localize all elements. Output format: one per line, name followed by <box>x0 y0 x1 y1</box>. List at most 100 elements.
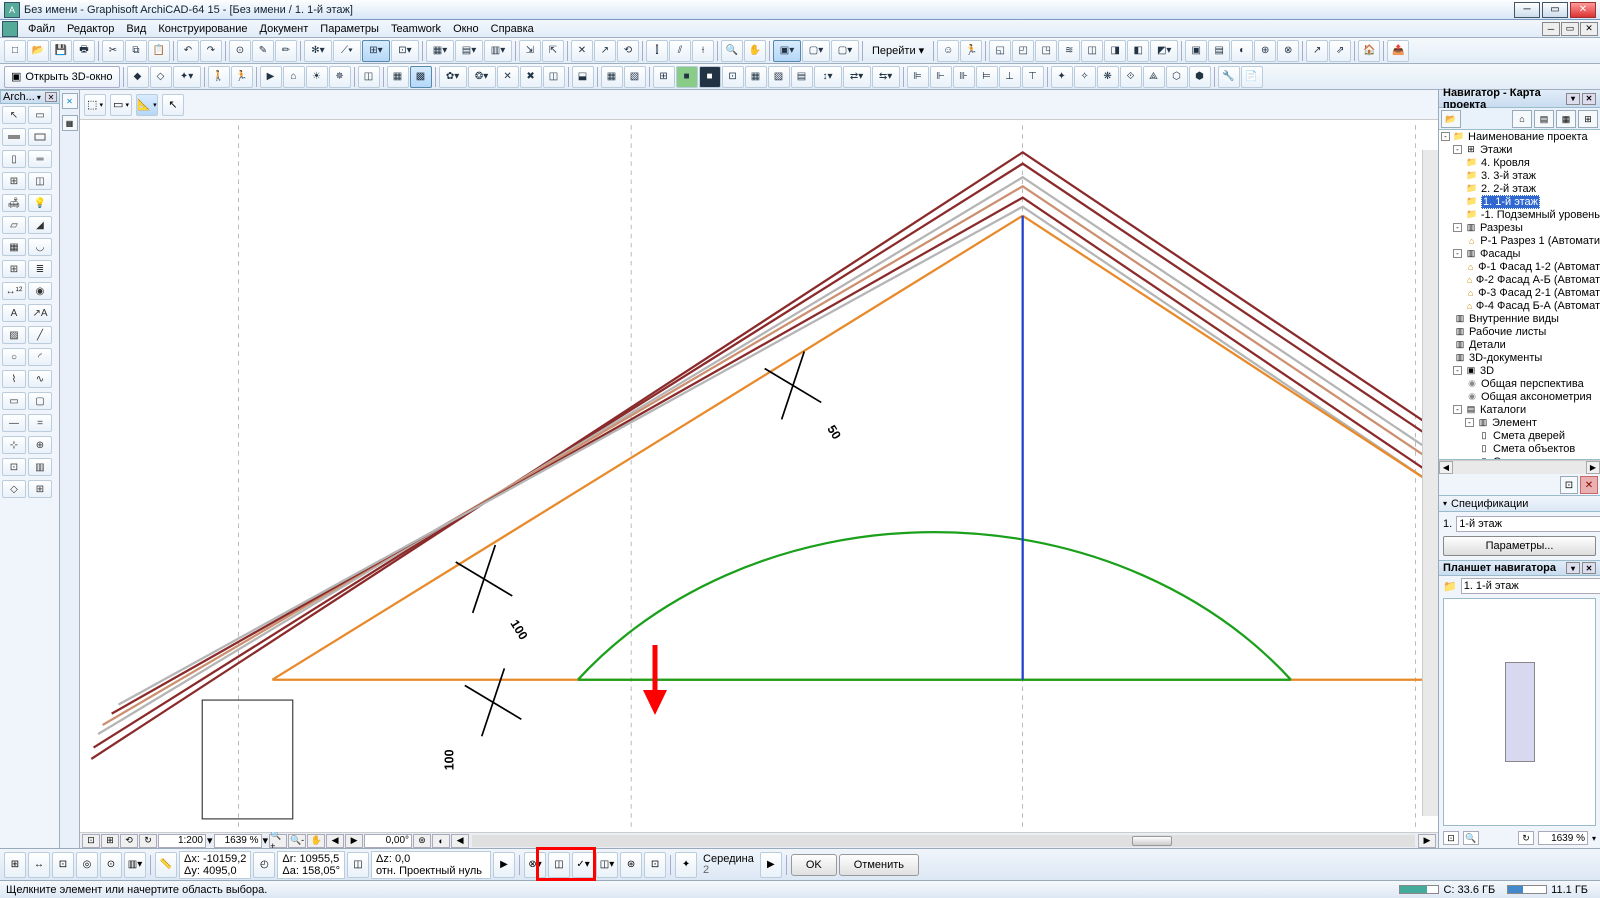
doc[interactable]: 📄 <box>1241 66 1263 88</box>
t4[interactable]: ⟐ <box>1120 66 1142 88</box>
grid-button[interactable]: ⊡▾ <box>391 40 419 62</box>
polyline-tool[interactable]: ⌇ <box>2 370 26 388</box>
snap-mid[interactable]: ✦ <box>675 852 697 878</box>
paste-button[interactable]: 📋 <box>148 40 170 62</box>
window-tool[interactable]: ⊞ <box>2 172 26 190</box>
coord-mode5[interactable]: ⊙ <box>100 852 122 878</box>
snap-3[interactable]: ✓▾ <box>572 852 594 878</box>
horizontal-scrollbar[interactable] <box>472 835 1415 847</box>
person1[interactable]: ☺ <box>937 40 959 62</box>
vtab-2[interactable]: ▦ <box>62 115 78 131</box>
wall-tool[interactable] <box>2 128 26 146</box>
publish-tool[interactable]: 📤 <box>1387 40 1409 62</box>
mdi-close[interactable]: ✕ <box>1580 22 1598 36</box>
rmode5[interactable]: ◫ <box>543 66 565 88</box>
a2[interactable]: ⊩ <box>930 66 952 88</box>
view-group2[interactable]: ▢▾ <box>802 40 830 62</box>
r-cube[interactable]: ◫ <box>358 66 380 88</box>
menu-file[interactable]: Файл <box>22 21 61 37</box>
ew1[interactable]: ▣ <box>1185 40 1207 62</box>
pick-button[interactable]: ⊙ <box>229 40 251 62</box>
ew2[interactable]: ▤ <box>1208 40 1230 62</box>
change-tool[interactable]: ◇ <box>2 480 26 498</box>
drawing-canvas[interactable]: 50 100 100 <box>80 120 1438 832</box>
snap-6[interactable]: ⊡ <box>644 852 666 878</box>
snap-play[interactable]: ▶ <box>760 852 782 878</box>
pen-button[interactable]: ▥▾ <box>484 40 512 62</box>
snap-1[interactable]: ⊗▾ <box>524 852 546 878</box>
menu-teamwork[interactable]: Teamwork <box>385 21 447 37</box>
rmode4[interactable]: ✖ <box>520 66 542 88</box>
snap-mode2-button[interactable]: ⊞▾ <box>362 40 390 62</box>
nav2[interactable]: ⌂ <box>283 66 305 88</box>
g10[interactable]: ⇆▾ <box>872 66 900 88</box>
zoom-out[interactable]: 🔍- <box>288 834 306 848</box>
curtain-tool[interactable]: ⊞ <box>2 260 26 278</box>
marquee-tool[interactable]: ▭ <box>28 106 52 124</box>
fill-tool[interactable]: ▨ <box>2 326 26 344</box>
line-tool[interactable]: ╱ <box>28 326 52 344</box>
dim-tool[interactable]: ↔¹² <box>2 282 26 300</box>
menu-view[interactable]: Вид <box>120 21 152 37</box>
shell-tool[interactable]: ◡ <box>28 238 52 256</box>
skylight-tool[interactable]: ◫ <box>28 172 52 190</box>
stair-tool[interactable]: ≣ <box>28 260 52 278</box>
goto-label[interactable]: Перейти ▾ <box>866 44 930 57</box>
nav-pin[interactable]: ▾ <box>1566 93 1580 105</box>
vw5[interactable]: ◫ <box>1081 40 1103 62</box>
zoom-sel[interactable]: ⊞ <box>101 834 119 848</box>
object-tool[interactable]: 🛋 <box>2 194 26 212</box>
story-button[interactable]: ▤▾ <box>455 40 483 62</box>
open-button[interactable]: 📂 <box>27 40 49 62</box>
lamp-tool[interactable]: 💡 <box>28 194 52 212</box>
maximize-button[interactable]: ▭ <box>1542 2 1568 18</box>
elevation-tool[interactable]: ⊹ <box>2 436 26 454</box>
vertical-scrollbar[interactable] <box>1422 150 1438 816</box>
view-group3[interactable]: ▢▾ <box>831 40 859 62</box>
copy-button[interactable]: ⧉ <box>125 40 147 62</box>
new-button[interactable]: □ <box>4 40 26 62</box>
coord-mode4[interactable]: ◎ <box>76 852 98 878</box>
beam-tool[interactable]: ═ <box>28 150 52 168</box>
walk2[interactable]: 🏃 <box>231 66 253 88</box>
angle-input[interactable] <box>364 834 412 848</box>
nav-tab-layout[interactable]: ▤ <box>1534 110 1554 128</box>
snap-mode1-button[interactable]: ⟋▾ <box>333 40 361 62</box>
prev-zoom-fit[interactable]: ⊡ <box>1443 831 1459 845</box>
snap-5[interactable]: ⊛ <box>620 852 642 878</box>
rmode2[interactable]: ❂▾ <box>468 66 496 88</box>
mdi-minimize[interactable]: ─ <box>1542 22 1560 36</box>
pan-button[interactable]: ✋ <box>744 40 766 62</box>
column-tool[interactable]: ▯ <box>2 150 26 168</box>
t5[interactable]: ⟁ <box>1143 66 1165 88</box>
fwd-btn[interactable]: ▶ <box>1418 834 1436 848</box>
compass[interactable]: ⊛ <box>413 834 431 848</box>
g9[interactable]: ⇄▾ <box>843 66 871 88</box>
open-3d-button[interactable]: ▣ Открыть 3D-окно <box>4 66 120 88</box>
tx3[interactable]: ⟲ <box>617 40 639 62</box>
cut-button[interactable]: ✂ <box>102 40 124 62</box>
arc-tool[interactable]: ◜ <box>28 348 52 366</box>
coord-grav[interactable]: ▥▾ <box>124 852 146 878</box>
vw6[interactable]: ◨ <box>1104 40 1126 62</box>
coord-mode1[interactable]: ⊞ <box>4 852 26 878</box>
a3[interactable]: ⊪ <box>953 66 975 88</box>
mesh-tool[interactable]: ▦ <box>2 238 26 256</box>
redo-button[interactable]: ↷ <box>200 40 222 62</box>
coord-polar[interactable]: ◴ <box>253 852 275 878</box>
snap-2[interactable]: ◫ <box>548 852 570 878</box>
info-arrow[interactable]: ↖ <box>162 94 184 116</box>
nav1[interactable]: ▶ <box>260 66 282 88</box>
slab-tool[interactable]: ▱ <box>2 216 26 234</box>
vw2[interactable]: ◰ <box>1012 40 1034 62</box>
coord-mode3[interactable]: ⊡ <box>52 852 74 878</box>
circle-tool[interactable]: ○ <box>2 348 26 366</box>
tx2[interactable]: ↗ <box>594 40 616 62</box>
zoom-prev2[interactable]: ◀ <box>326 834 344 848</box>
preview-zoom-input[interactable] <box>1538 831 1588 845</box>
toolbox-close[interactable]: ✕ <box>45 92 57 102</box>
grid-tool[interactable]: ⊞ <box>28 480 52 498</box>
menu-design[interactable]: Конструирование <box>152 21 253 37</box>
ok-button[interactable]: OK <box>791 854 837 876</box>
detail-tool[interactable]: ⊡ <box>2 458 26 476</box>
